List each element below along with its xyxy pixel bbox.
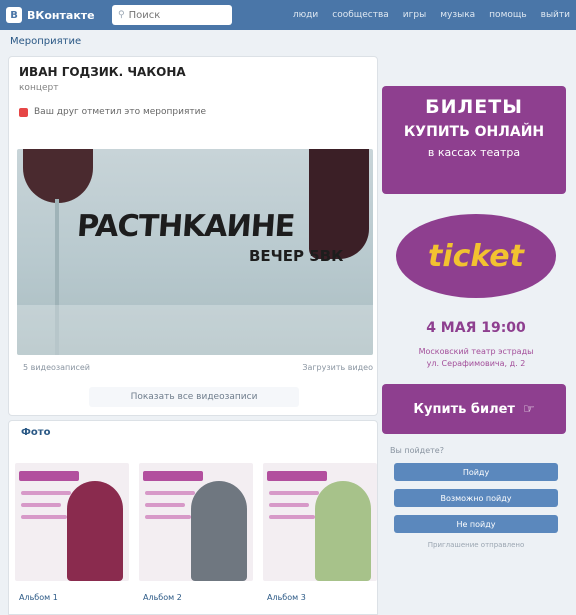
photo-thumb[interactable]	[15, 463, 129, 581]
photo-figure	[191, 481, 247, 581]
video-count[interactable]: 5 видеозаписей	[23, 363, 90, 372]
search-input[interactable]	[128, 9, 225, 21]
ad-headline: БИЛЕТЫ	[425, 96, 523, 118]
nav-link-people[interactable]: люди	[293, 10, 318, 20]
photo-grid	[15, 463, 377, 581]
not-attend-button[interactable]: Не пойду	[394, 515, 558, 533]
site-logo[interactable]: В ВКонтакте	[6, 7, 106, 23]
video-floor	[17, 305, 373, 355]
breadcrumb[interactable]: Мероприятие	[10, 36, 81, 47]
photo-thumb[interactable]	[263, 463, 377, 581]
event-subtitle: концерт	[19, 83, 59, 93]
venue-address: ул. Серафимовича, д. 2	[426, 359, 526, 368]
photo-text-line	[145, 491, 195, 495]
ticket-logo[interactable]: ticket	[396, 214, 556, 298]
friend-note: Ваш друг отметил это мероприятие	[19, 107, 206, 117]
attend-button[interactable]: Пойду	[394, 463, 558, 481]
photo-banner	[267, 471, 327, 481]
photo-text-line	[145, 515, 191, 519]
ad-banner-tickets[interactable]: БИЛЕТЫ КУПИТЬ ОНЛАЙН в кассах театра	[382, 86, 566, 194]
photo-text-line	[145, 503, 185, 507]
photo-label[interactable]: Альбом 3	[267, 593, 306, 602]
video-caption: PACTHKAИHE	[75, 209, 296, 244]
photos-block: Фото Альбом 1 Альбом 2 Альбом 3	[8, 420, 378, 615]
show-all-videos-button[interactable]: Показать все видеозаписи	[89, 387, 299, 407]
sidebar: БИЛЕТЫ КУПИТЬ ОНЛАЙН в кассах театра tic…	[382, 86, 570, 549]
photo-figure	[315, 481, 371, 581]
nav-link-logout[interactable]: выйти	[541, 10, 570, 20]
event-card: ИВАН ГОДЗИК. ЧАКОНА концерт Ваш друг отм…	[8, 56, 378, 416]
friend-note-text: Ваш друг отметил это мероприятие	[34, 107, 207, 117]
photo-text-line	[21, 515, 67, 519]
photo-banner	[19, 471, 79, 481]
cursor-hand-icon: ☞	[522, 401, 535, 417]
event-date: 4 МАЯ 19:00	[426, 320, 526, 336]
photo-text-line	[269, 515, 315, 519]
nav-links: люди сообщества игры музыка помощь выйти	[293, 10, 570, 20]
alert-icon	[19, 107, 28, 117]
nav-link-help[interactable]: помощь	[489, 10, 526, 20]
photo-text-line	[21, 491, 71, 495]
video-caption-secondary: ВЕЧЕР 5ВК	[249, 247, 344, 265]
ad-subheadline: КУПИТЬ ОНЛАЙН	[403, 124, 545, 140]
search-icon: ⚲	[118, 10, 125, 20]
top-navigation-bar: В ВКонтакте ⚲ люди сообщества игры музык…	[0, 0, 576, 30]
search-box[interactable]: ⚲	[112, 5, 232, 25]
invitation-note: Приглашение отправлено	[427, 541, 525, 549]
photo-text-line	[21, 503, 61, 507]
upload-video-link[interactable]: Загрузить видео	[302, 363, 373, 372]
photo-text-line	[269, 491, 319, 495]
video-player[interactable]: PACTHKAИHE ВЕЧЕР 5ВК	[17, 149, 373, 355]
event-title: ИВАН ГОДЗИК. ЧАКОНА	[19, 65, 186, 79]
photo-label[interactable]: Альбом 1	[19, 593, 58, 602]
wine-glass-right	[309, 149, 369, 259]
ad-caption: в кассах театра	[427, 146, 521, 159]
logo-mark-icon: В	[6, 7, 22, 23]
maybe-attend-button[interactable]: Возможно пойду	[394, 489, 558, 507]
photo-label[interactable]: Альбом 2	[143, 593, 182, 602]
photo-text-line	[269, 503, 309, 507]
photo-thumb[interactable]	[139, 463, 253, 581]
photos-heading[interactable]: Фото	[21, 427, 50, 438]
attend-question: Вы пойдете?	[390, 446, 444, 455]
venue-info: Московский театр эстрады ул. Серафимович…	[382, 346, 570, 370]
video-meta: 5 видеозаписей Загрузить видео	[23, 363, 373, 372]
venue-line: Московский театр эстрады	[418, 347, 534, 356]
buy-ticket-button[interactable]: Купить билет ☞	[382, 384, 566, 434]
nav-link-communities[interactable]: сообщества	[332, 10, 389, 20]
nav-link-music[interactable]: музыка	[440, 10, 475, 20]
logo-text: ВКонтакте	[27, 8, 95, 22]
photo-figure	[67, 481, 123, 581]
page: { "header": { "logo_text": "ВКонтакте", …	[0, 0, 576, 615]
nav-link-games[interactable]: игры	[403, 10, 426, 20]
wine-glass-left	[23, 149, 93, 203]
photo-banner	[143, 471, 203, 481]
buy-ticket-label: Купить билет	[413, 401, 515, 417]
